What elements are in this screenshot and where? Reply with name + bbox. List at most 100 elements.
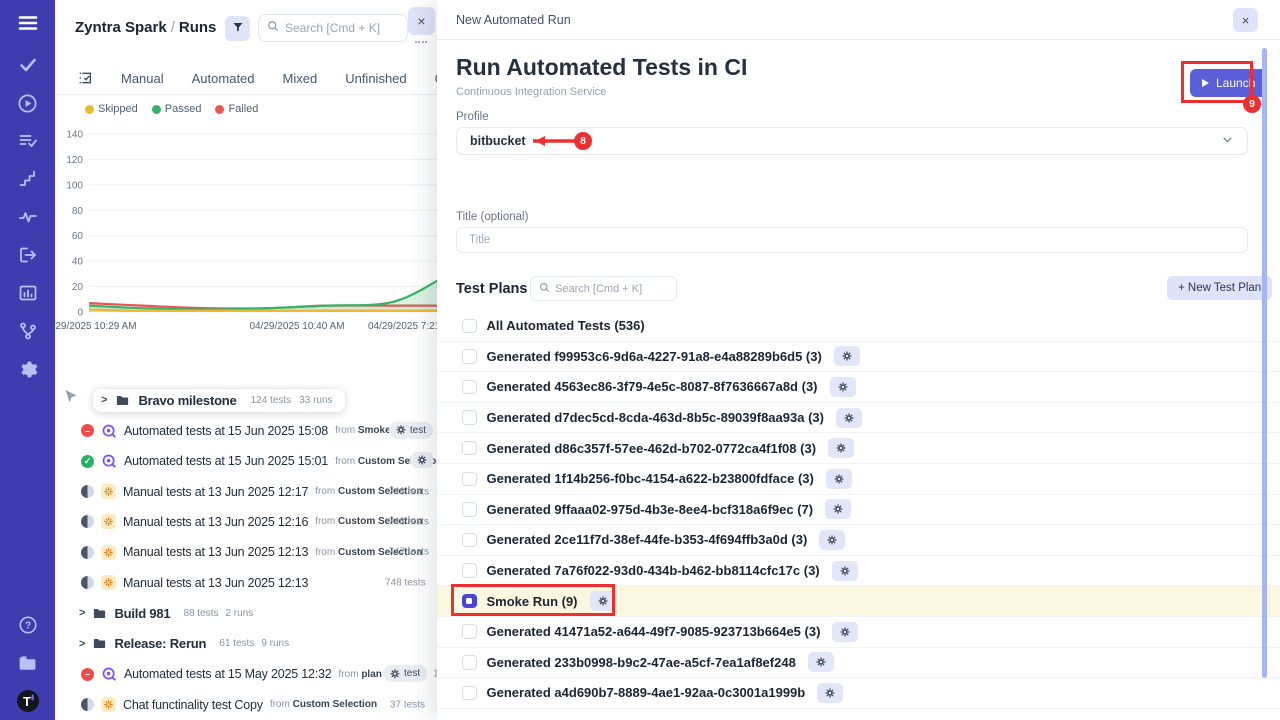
plan-settings-button[interactable] [834,346,860,366]
test-plan-row[interactable]: Generated 233b0998-b9c2-47ae-a5cf-7ea1af… [437,648,1280,679]
test-plan-row[interactable]: Generated 4563ec86-3f79-4e5c-8087-8f7636… [437,372,1280,403]
milestone-row[interactable]: > Bravo milestone 124 tests 33 runs [55,385,437,415]
plan-checkbox[interactable] [462,349,477,364]
test-plan-row-selected[interactable]: Smoke Run (9) [437,586,1280,617]
sidebar-item-tests[interactable] [0,46,55,84]
test-plan-row[interactable]: Generated d86c357f-57ee-462d-b702-0772ca… [437,433,1280,464]
plan-checkbox[interactable] [462,502,477,517]
sidebar-item-import[interactable] [0,236,55,274]
plan-label[interactable]: Smoke Run (9) [487,594,578,609]
sidebar-item-analytics[interactable] [0,274,55,312]
plan-label[interactable]: Generated 9ffaaa02-975d-4b3e-8ee4-bcf318… [487,502,814,517]
legend-item-failed[interactable]: Failed [215,103,258,115]
search-input[interactable] [285,21,399,35]
milestone-row[interactable]: > Release: Rerun 61 tests 9 runs [55,629,437,659]
tab-manual[interactable]: Manual [121,71,164,86]
tab-mixed[interactable]: Mixed [283,71,318,86]
run-row[interactable]: –Automated tests at 15 Jun 2025 15:08fro… [55,415,437,445]
plan-settings-button[interactable] [832,622,858,642]
plan-label[interactable]: Generated d7dec5cd-8cda-463d-8b5c-89039f… [487,410,824,425]
plan-checkbox[interactable] [462,655,477,670]
tab-unfinished[interactable]: Unfinished [345,71,406,86]
plan-checkbox[interactable] [462,624,477,639]
run-row[interactable]: Manual tests at 13 Jun 2025 12:13748 tes… [55,568,437,598]
panel-resize-handle[interactable] [415,41,427,45]
plan-checkbox[interactable] [462,319,477,334]
test-plan-row[interactable]: Generated 9ffaaa02-975d-4b3e-8ee4-bcf318… [437,495,1280,526]
plan-checkbox[interactable] [462,472,477,487]
plan-label[interactable]: Generated f99953c6-9d6a-4227-91a8-e4a882… [487,349,822,364]
plan-settings-button[interactable] [808,652,834,672]
sidebar-item-help[interactable]: ? [0,606,55,644]
plan-label[interactable]: Generated a4d690b7-8889-4ae1-92aa-0c3001… [487,685,806,700]
select-all-icon[interactable] [77,70,93,86]
plan-settings-button[interactable] [830,377,856,397]
plan-label[interactable]: Generated 7a76f022-93d0-434b-b462-bb8114… [487,563,820,578]
panel-close-button[interactable]: × [408,7,435,35]
run-settings-badge[interactable]: test [383,665,427,682]
legend-item-skipped[interactable]: Skipped [85,103,138,115]
plan-settings-button[interactable] [836,408,862,428]
plan-label[interactable]: Generated 4563ec86-3f79-4e5c-8087-8f7636… [487,379,818,394]
sidebar-item-runs[interactable] [0,84,55,122]
sidebar-item-projects[interactable] [0,644,55,682]
plan-checkbox[interactable] [462,686,477,701]
milestone-card[interactable]: > Bravo milestone 124 tests 33 runs [93,389,345,412]
modal-scrollbar[interactable] [1262,48,1267,678]
chevron-right-icon[interactable]: > [79,607,85,619]
test-plan-row[interactable]: Generated d7dec5cd-8cda-463d-8b5c-89039f… [437,403,1280,434]
plan-settings-button[interactable] [826,469,852,489]
chevron-right-icon[interactable]: > [79,638,85,650]
sidebar-item-branches[interactable] [0,312,55,350]
filter-button[interactable] [225,16,250,41]
run-row[interactable]: Manual tests at 13 Jun 2025 12:13from Cu… [55,537,437,567]
modal-close-button[interactable]: × [1233,8,1258,32]
plan-checkbox-checked[interactable] [462,594,477,609]
test-plan-row[interactable]: Generated 1f14b256-f0bc-4154-a622-b23800… [437,464,1280,495]
milestone-row[interactable]: > Build 981 88 tests 2 runs [55,598,437,628]
sidebar-item-test-plans[interactable] [0,122,55,160]
legend-item-passed[interactable]: Passed [152,103,202,115]
tab-automated[interactable]: Automated [192,71,255,86]
plan-settings-button[interactable] [832,561,858,581]
run-row[interactable]: –Automated tests at 15 May 2025 12:32fro… [55,659,437,689]
run-settings-badge[interactable] [411,452,433,468]
run-settings-badge[interactable]: test [389,421,433,438]
test-plan-row[interactable]: Generated 2ce11f7d-38ef-44fe-b353-4f694f… [437,525,1280,556]
plan-label[interactable]: Generated 2ce11f7d-38ef-44fe-b353-4f694f… [487,532,808,547]
run-row[interactable]: ✓Automated tests at 15 Jun 2025 15:01fro… [55,446,437,476]
plan-checkbox[interactable] [462,380,477,395]
plan-settings-button[interactable] [825,499,851,519]
plan-checkbox[interactable] [462,441,477,456]
test-plan-row[interactable]: Generated f99953c6-9d6a-4227-91a8-e4a882… [437,342,1280,373]
plan-settings-button[interactable] [817,683,843,703]
test-plan-row[interactable]: Generated 41471a52-a644-49f7-9085-923713… [437,617,1280,648]
test-plans-search-input[interactable] [555,283,668,295]
launch-button[interactable]: Launch [1190,69,1267,97]
plan-checkbox[interactable] [462,410,477,425]
plan-label[interactable]: Generated 1f14b256-f0bc-4154-a622-b23800… [487,471,814,486]
plan-settings-button[interactable] [590,591,616,611]
test-plan-row[interactable]: Generated 7a76f022-93d0-434b-b462-bb8114… [437,556,1280,587]
menu-button[interactable] [0,0,55,46]
chevron-right-icon[interactable]: > [101,394,107,406]
breadcrumb-project[interactable]: Zyntra Spark [75,19,167,36]
plan-label[interactable]: Generated d86c357f-57ee-462d-b702-0772ca… [487,441,817,456]
plan-label[interactable]: Generated 233b0998-b9c2-47ae-a5cf-7ea1af… [487,655,796,670]
plan-label[interactable]: Generated 41471a52-a644-49f7-9085-923713… [487,624,821,639]
sidebar-item-milestones[interactable] [0,160,55,198]
run-row[interactable]: Manual tests at 13 Jun 2025 12:16from Cu… [55,507,437,537]
run-title-input[interactable] [456,227,1248,253]
plan-settings-button[interactable] [828,438,854,458]
plan-checkbox[interactable] [462,563,477,578]
run-row[interactable]: Chat functinality test Copyfrom Custom S… [55,689,437,719]
test-plan-row[interactable]: Generated a4d690b7-8889-4ae1-92aa-0c3001… [437,678,1280,709]
sidebar-item-pulse[interactable] [0,198,55,236]
test-plan-row[interactable]: All Automated Tests (536) [437,311,1280,342]
plan-label[interactable]: All Automated Tests (536) [487,318,645,333]
plan-settings-button[interactable] [819,530,845,550]
new-test-plan-button[interactable]: + New Test Plan [1167,276,1272,300]
run-row[interactable]: Manual tests at 13 Jun 2025 12:17from Cu… [55,476,437,506]
plan-checkbox[interactable] [462,533,477,548]
sidebar-item-settings[interactable] [0,350,55,388]
